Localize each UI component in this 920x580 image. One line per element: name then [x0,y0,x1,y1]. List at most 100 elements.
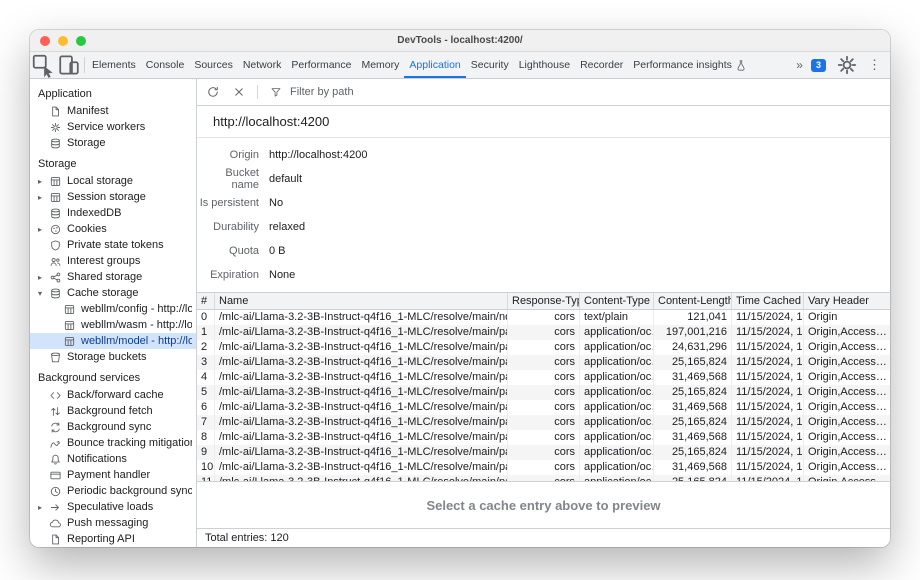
table-cell: 31,469,568 [654,460,732,475]
filter-icon[interactable] [264,80,288,104]
chevron-right-icon[interactable]: ▸ [38,273,49,282]
sidebar-item-label: Payment handler [67,469,150,481]
sidebar-item-notifications[interactable]: Notifications [30,451,196,467]
column-header-time-cached[interactable]: Time Cached [732,293,804,309]
sidebar-item-manifest[interactable]: Manifest [30,103,196,119]
devtools-window: DevTools - localhost:4200/ ElementsConso… [30,30,890,547]
table-cell: Origin [804,310,890,325]
table-row[interactable]: 5/mlc-ai/Llama-3.2-3B-Instruct-q4f16_1-M… [197,385,890,400]
sidebar-item-indexeddb[interactable]: IndexedDB [30,205,196,221]
sidebar-item-webllm-config-http-loc[interactable]: webllm/config - http://loc… [30,301,196,317]
table-cell: cors [508,340,580,355]
background-fetch-icon [49,405,62,418]
table-row[interactable]: 0/mlc-ai/Llama-3.2-3B-Instruct-q4f16_1-M… [197,310,890,325]
column-header-index[interactable]: # [197,293,215,309]
tab-sources[interactable]: Sources [189,52,238,78]
back-forward-cache-icon [49,389,62,402]
sidebar-item-payment-handler[interactable]: Payment handler [30,467,196,483]
table-row[interactable]: 10/mlc-ai/Llama-3.2-3B-Instruct-q4f16_1-… [197,460,890,475]
column-header-name[interactable]: Name [215,293,508,309]
sidebar-item-cookies[interactable]: ▸Cookies [30,221,196,237]
device-toolbar-icon[interactable] [56,52,82,78]
sidebar-item-storage-buckets[interactable]: Storage buckets [30,349,196,365]
meta-label: Bucket name [197,167,259,191]
sidebar-item-speculative-loads[interactable]: ▸Speculative loads [30,499,196,515]
sidebar-item-interest-groups[interactable]: Interest groups [30,253,196,269]
sidebar-item-label: webllm/wasm - http://loca… [81,319,192,331]
tab-label: Recorder [580,59,623,71]
sidebar-item-storage[interactable]: Storage [30,135,196,151]
devtools-toolbar: ElementsConsoleSourcesNetworkPerformance… [30,52,890,79]
filter-by-path-input[interactable] [290,86,430,98]
sidebar-item-background-sync[interactable]: Background sync [30,419,196,435]
sidebar-item-label: Storage [67,137,106,149]
table-row[interactable]: 6/mlc-ai/Llama-3.2-3B-Instruct-q4f16_1-M… [197,400,890,415]
refresh-icon[interactable] [201,80,225,104]
tab-application[interactable]: Application [404,52,465,78]
column-header-vary-header[interactable]: Vary Header [804,293,890,309]
more-tabs-icon[interactable]: » [796,58,803,72]
sidebar-item-periodic-background-sync[interactable]: Periodic background sync [30,483,196,499]
cache-table-header: #NameResponse-TypeContent-TypeContent-Le… [197,292,890,310]
tab-network[interactable]: Network [238,52,287,78]
table-row[interactable]: 2/mlc-ai/Llama-3.2-3B-Instruct-q4f16_1-M… [197,340,890,355]
tab-performance-insights[interactable]: Performance insights [628,52,752,78]
sidebar-item-shared-storage[interactable]: ▸Shared storage [30,269,196,285]
column-header-response-type[interactable]: Response-Type [508,293,580,309]
tab-console[interactable]: Console [141,52,190,78]
sidebar-item-background-fetch[interactable]: Background fetch [30,403,196,419]
inspect-icon[interactable] [30,52,56,78]
sidebar-item-reporting-api[interactable]: Reporting API [30,531,196,547]
sidebar-item-bounce-tracking-mitigations[interactable]: Bounce tracking mitigations [30,435,196,451]
table-cell: cors [508,460,580,475]
close-window-button[interactable] [40,36,50,46]
chevron-right-icon[interactable]: ▸ [38,177,49,186]
table-cell: /mlc-ai/Llama-3.2-3B-Instruct-q4f16_1-ML… [215,385,508,400]
column-header-content-type[interactable]: Content-Type [580,293,654,309]
minimize-window-button[interactable] [58,36,68,46]
meta-row-durability: Durabilityrelaxed [197,215,890,239]
sidebar-item-session-storage[interactable]: ▸Session storage [30,189,196,205]
chevron-right-icon[interactable]: ▸ [38,193,49,202]
tab-performance[interactable]: Performance [286,52,356,78]
issues-count-badge[interactable]: 3 [811,59,826,72]
table-row[interactable]: 1/mlc-ai/Llama-3.2-3B-Instruct-q4f16_1-M… [197,325,890,340]
sidebar-item-label: webllm/config - http://loc… [81,303,192,315]
more-options-icon[interactable]: ⋮ [868,57,881,73]
sidebar-item-push-messaging[interactable]: Push messaging [30,515,196,531]
table-row[interactable]: 4/mlc-ai/Llama-3.2-3B-Instruct-q4f16_1-M… [197,370,890,385]
tab-recorder[interactable]: Recorder [575,52,628,78]
sidebar-item-webllm-model-http-loc[interactable]: webllm/model - http://loc… [30,333,196,349]
zoom-window-button[interactable] [76,36,86,46]
sidebar-item-private-state-tokens[interactable]: Private state tokens [30,237,196,253]
delete-icon[interactable] [227,80,251,104]
chevron-right-icon[interactable]: ▸ [38,225,49,234]
settings-gear-icon[interactable] [834,52,860,78]
sidebar-item-back-forward-cache[interactable]: Back/forward cache [30,387,196,403]
table-cell: /mlc-ai/Llama-3.2-3B-Instruct-q4f16_1-ML… [215,430,508,445]
tab-lighthouse[interactable]: Lighthouse [514,52,575,78]
tab-security[interactable]: Security [466,52,514,78]
sidebar-item-webllm-wasm-http-loca[interactable]: webllm/wasm - http://loca… [30,317,196,333]
sidebar-item-cache-storage[interactable]: ▾Cache storage [30,285,196,301]
table-cell: 24,631,296 [654,340,732,355]
sidebar-item-local-storage[interactable]: ▸Local storage [30,173,196,189]
table-row[interactable]: 7/mlc-ai/Llama-3.2-3B-Instruct-q4f16_1-M… [197,415,890,430]
meta-value: 0 B [269,245,286,257]
chevron-right-icon[interactable]: ▸ [38,503,49,512]
table-row[interactable]: 8/mlc-ai/Llama-3.2-3B-Instruct-q4f16_1-M… [197,430,890,445]
table-cell: 31,469,568 [654,430,732,445]
column-header-content-length[interactable]: Content-Length [654,293,732,309]
service-worker-icon [49,121,62,134]
sidebar-item-service-workers[interactable]: Service workers [30,119,196,135]
tab-memory[interactable]: Memory [356,52,404,78]
table-cell: cors [508,385,580,400]
table-icon [63,303,76,316]
sidebar-item-label: Private state tokens [67,239,164,251]
table-row[interactable]: 3/mlc-ai/Llama-3.2-3B-Instruct-q4f16_1-M… [197,355,890,370]
table-cell: /mlc-ai/Llama-3.2-3B-Instruct-q4f16_1-ML… [215,355,508,370]
chevron-down-icon[interactable]: ▾ [38,289,49,298]
table-cell: 25,165,824 [654,415,732,430]
table-row[interactable]: 9/mlc-ai/Llama-3.2-3B-Instruct-q4f16_1-M… [197,445,890,460]
tab-elements[interactable]: Elements [87,52,141,78]
